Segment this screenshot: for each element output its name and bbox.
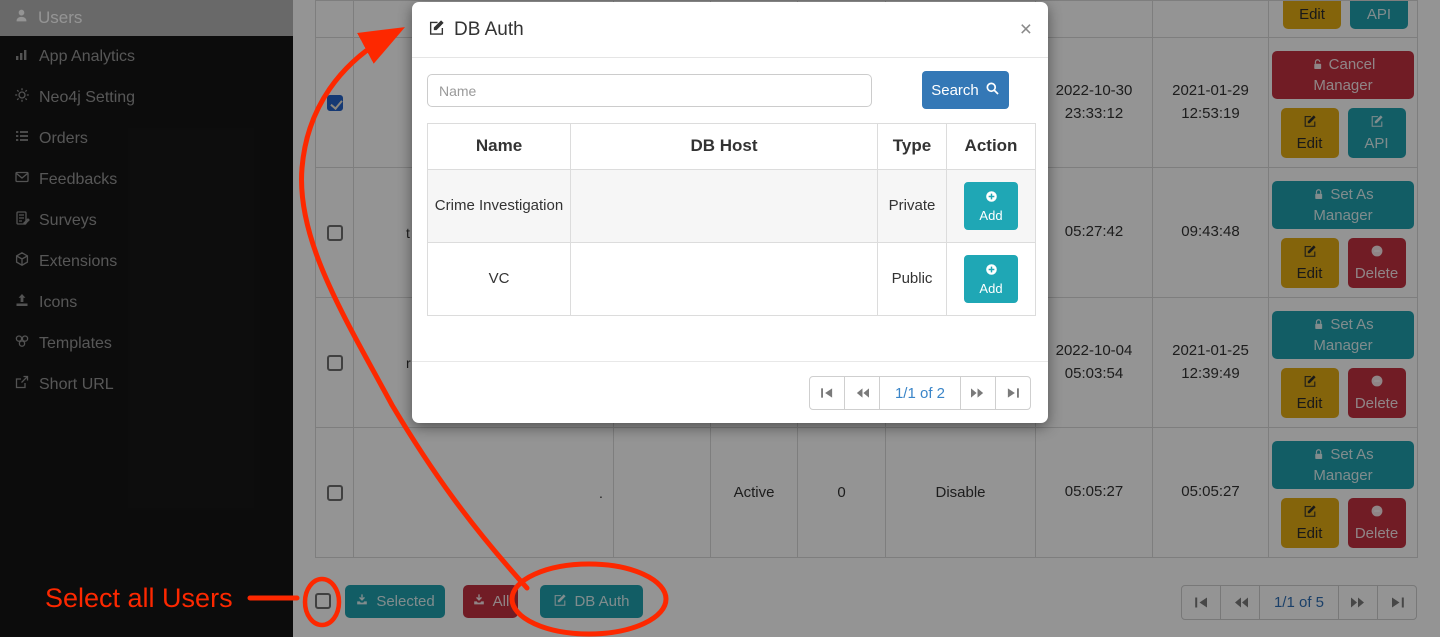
db-auth-modal: DB Auth × Search Name DB Host Type Actio… [412,2,1048,423]
db-auth-table: Name DB Host Type Action Crime Investiga… [427,123,1036,316]
prev-page-icon[interactable] [844,376,880,410]
page: Users App Analytics Neo4j Setting Orders… [0,0,1440,637]
db-type-cell: Private [878,170,946,242]
db-name-search-input[interactable] [427,74,872,107]
button-label: Search [931,82,979,99]
first-page-icon[interactable] [809,376,845,410]
table-row-actions: Add [947,170,1035,242]
db-host-cell [571,243,877,315]
modal-footer-divider [412,361,1048,362]
plus-circle-icon [985,263,998,279]
button-label: Add [979,281,1002,296]
db-type-cell: Public [878,243,946,315]
search-icon [985,81,1000,100]
db-name-cell: VC [428,243,570,315]
add-db-button[interactable]: Add [964,182,1018,230]
column-header: Type [878,124,946,169]
page-indicator: 1/1 of 2 [879,376,961,410]
db-auth-pagination: 1/1 of 2 [809,376,1031,410]
column-header: DB Host [571,124,877,169]
next-page-icon[interactable] [960,376,996,410]
db-host-cell [571,170,877,242]
column-header: Name [428,124,570,169]
db-name-cell: Crime Investigation [428,170,570,242]
column-header: Action [947,124,1035,169]
plus-circle-icon [985,190,998,206]
search-button[interactable]: Search [922,71,1009,109]
add-db-button[interactable]: Add [964,255,1018,303]
button-label: Add [979,208,1002,223]
table-row-actions: Add [947,243,1035,315]
modal-title: DB Auth [454,19,524,41]
close-icon[interactable]: × [1020,19,1032,40]
modal-header: DB Auth × [412,2,1048,58]
edit-icon [428,19,445,41]
last-page-icon[interactable] [995,376,1031,410]
